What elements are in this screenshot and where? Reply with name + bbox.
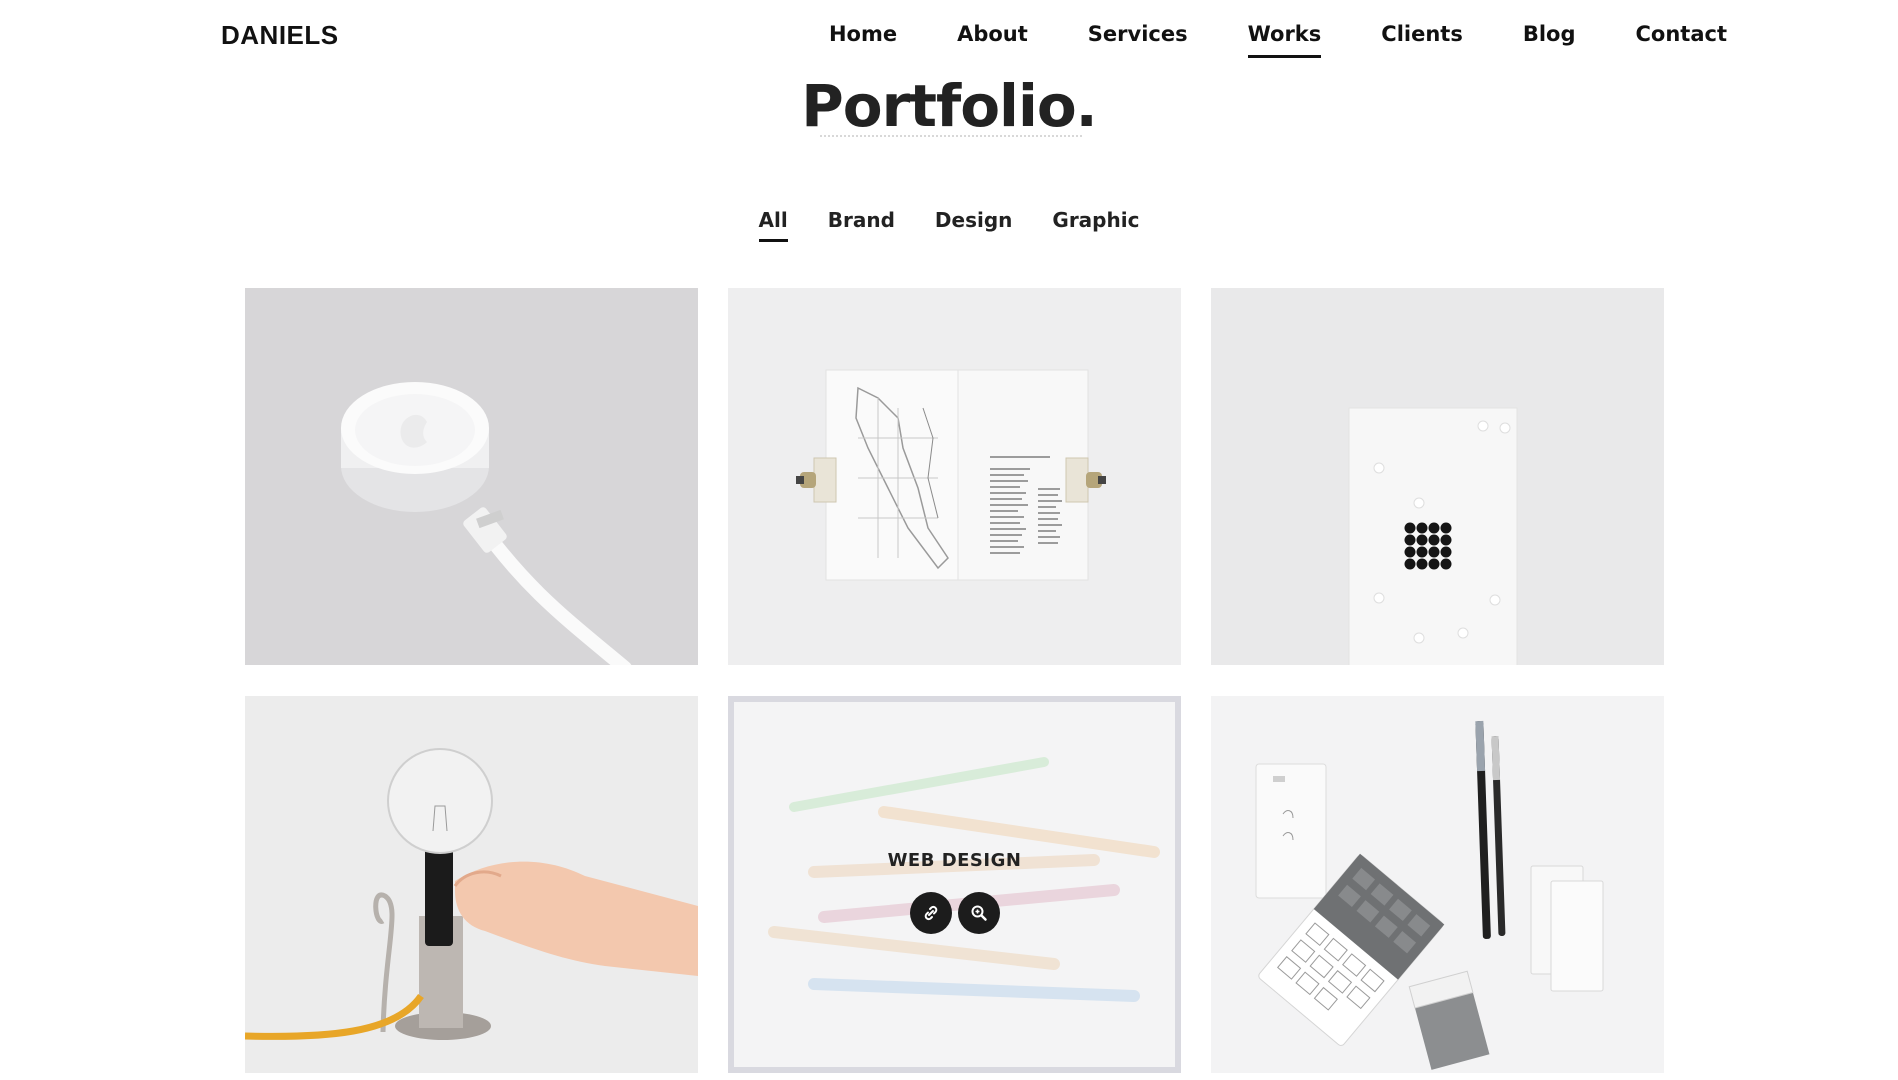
filter-design[interactable]: Design [935, 208, 1012, 242]
nav-works[interactable]: Works [1247, 22, 1321, 58]
portfolio-filters: All Brand Design Graphic [0, 208, 1898, 242]
page-title: Portfolio. [801, 72, 1097, 140]
portfolio-item-charger[interactable] [245, 288, 698, 665]
overlay-title: WEB DESIGN [887, 850, 1022, 871]
overlay-actions [734, 892, 1175, 934]
zoom-button[interactable] [957, 892, 1000, 934]
nav-about[interactable]: About [957, 22, 1028, 58]
link-icon [924, 905, 937, 921]
portfolio-item-stationery[interactable] [1211, 696, 1664, 1073]
pastel-sticks-photo [768, 757, 1160, 1002]
main-nav: Home About Services Works Clients Blog C… [769, 22, 1727, 58]
portfolio-item-bulb-lamp[interactable] [245, 696, 698, 1073]
charger-puck-photo [341, 382, 632, 665]
nav-services[interactable]: Services [1088, 22, 1188, 58]
nav-blog[interactable]: Blog [1523, 22, 1576, 58]
nav-contact[interactable]: Contact [1636, 22, 1728, 58]
bulb-lamp-photo [245, 748, 698, 1040]
portfolio-item-web-design[interactable]: WEB DESIGN [728, 696, 1181, 1073]
filter-brand[interactable]: Brand [828, 208, 895, 242]
nav-home[interactable]: Home [829, 22, 897, 58]
map-booklet-photo [796, 369, 1106, 581]
nav-clients[interactable]: Clients [1381, 22, 1463, 58]
link-button[interactable] [909, 892, 952, 934]
logo[interactable]: DANIELS [221, 20, 339, 51]
filter-graphic[interactable]: Graphic [1052, 208, 1139, 242]
portfolio-item-dotted-card[interactable] [1211, 288, 1664, 665]
portfolio-item-map-booklet[interactable] [728, 288, 1181, 665]
stationery-set-photo [1255, 720, 1604, 1070]
filter-all[interactable]: All [758, 208, 788, 242]
title-dotted-divider [820, 135, 1082, 139]
zoom-icon [971, 905, 987, 921]
dotted-card-photo [1348, 407, 1518, 665]
